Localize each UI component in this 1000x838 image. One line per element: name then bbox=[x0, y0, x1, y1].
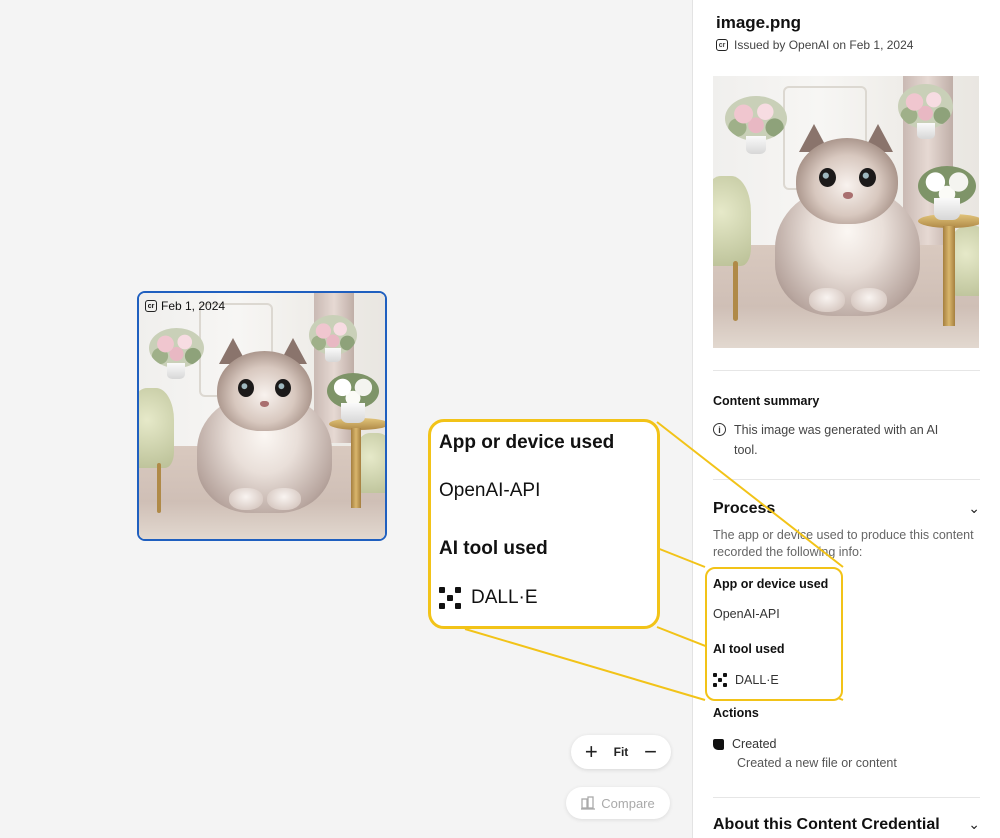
actions-label: Actions bbox=[713, 706, 759, 720]
content-summary: i This image was generated with an AI to… bbox=[713, 420, 963, 460]
ai-tool-label: AI tool used bbox=[713, 642, 785, 656]
zoom-controls: + Fit − bbox=[571, 735, 671, 769]
action-name: Created bbox=[732, 737, 777, 751]
callout-ai-tool-value: DALL·E bbox=[439, 587, 538, 609]
date-badge-text: Feb 1, 2024 bbox=[161, 299, 226, 313]
issued-line: cr Issued by OpenAI on Feb 1, 2024 bbox=[716, 38, 913, 52]
cr-icon: cr bbox=[145, 300, 157, 312]
process-heading: Process bbox=[713, 500, 776, 517]
compare-label: Compare bbox=[601, 795, 655, 811]
action-created: Created bbox=[713, 737, 776, 751]
process-description: The app or device used to produce this c… bbox=[713, 528, 974, 559]
process-fields-highlight: App or device used OpenAI-API AI tool us… bbox=[705, 567, 843, 701]
app-device-label: App or device used bbox=[713, 577, 829, 591]
dalle-icon bbox=[439, 587, 461, 609]
about-heading: About this Content Credential bbox=[713, 816, 940, 833]
ai-tool-value: DALL·E bbox=[713, 673, 779, 687]
compare-button[interactable]: Compare bbox=[566, 787, 670, 819]
action-description: Created a new file or content bbox=[737, 756, 897, 770]
chevron-down-icon[interactable]: ⌄ bbox=[968, 500, 980, 517]
zoom-out-button[interactable]: − bbox=[644, 741, 657, 763]
zoomed-callout: App or device used OpenAI-API AI tool us… bbox=[428, 419, 660, 629]
content-summary-heading: Content summary bbox=[713, 394, 820, 408]
preview-image bbox=[713, 76, 979, 348]
issued-text: Issued by OpenAI on Feb 1, 2024 bbox=[734, 38, 914, 52]
info-icon: i bbox=[713, 423, 726, 436]
ai-tool-value-text: DALL·E bbox=[735, 673, 779, 687]
details-panel: image.png cr Issued by OpenAI on Feb 1, … bbox=[692, 0, 1000, 838]
callout-ai-tool-label: AI tool used bbox=[439, 538, 548, 559]
file-name: image.png bbox=[716, 13, 802, 32]
callout-app-value: OpenAI-API bbox=[439, 480, 541, 501]
content-summary-text: This image was generated with an AI tool… bbox=[734, 423, 939, 457]
app-device-value: OpenAI-API bbox=[713, 607, 780, 621]
chevron-down-icon[interactable]: ⌄ bbox=[968, 816, 980, 833]
fit-button[interactable]: Fit bbox=[614, 745, 629, 759]
asset-thumbnail[interactable]: cr Feb 1, 2024 bbox=[137, 291, 387, 541]
callout-app-label: App or device used bbox=[439, 432, 615, 453]
cr-icon: cr bbox=[716, 39, 728, 51]
callout-ai-tool-value-text: DALL·E bbox=[471, 587, 538, 608]
dalle-icon bbox=[713, 673, 727, 687]
compare-icon bbox=[581, 796, 596, 810]
created-icon bbox=[713, 738, 724, 750]
zoom-in-button[interactable]: + bbox=[585, 741, 598, 763]
date-badge: cr Feb 1, 2024 bbox=[145, 299, 225, 313]
generated-cat-image bbox=[139, 293, 385, 539]
